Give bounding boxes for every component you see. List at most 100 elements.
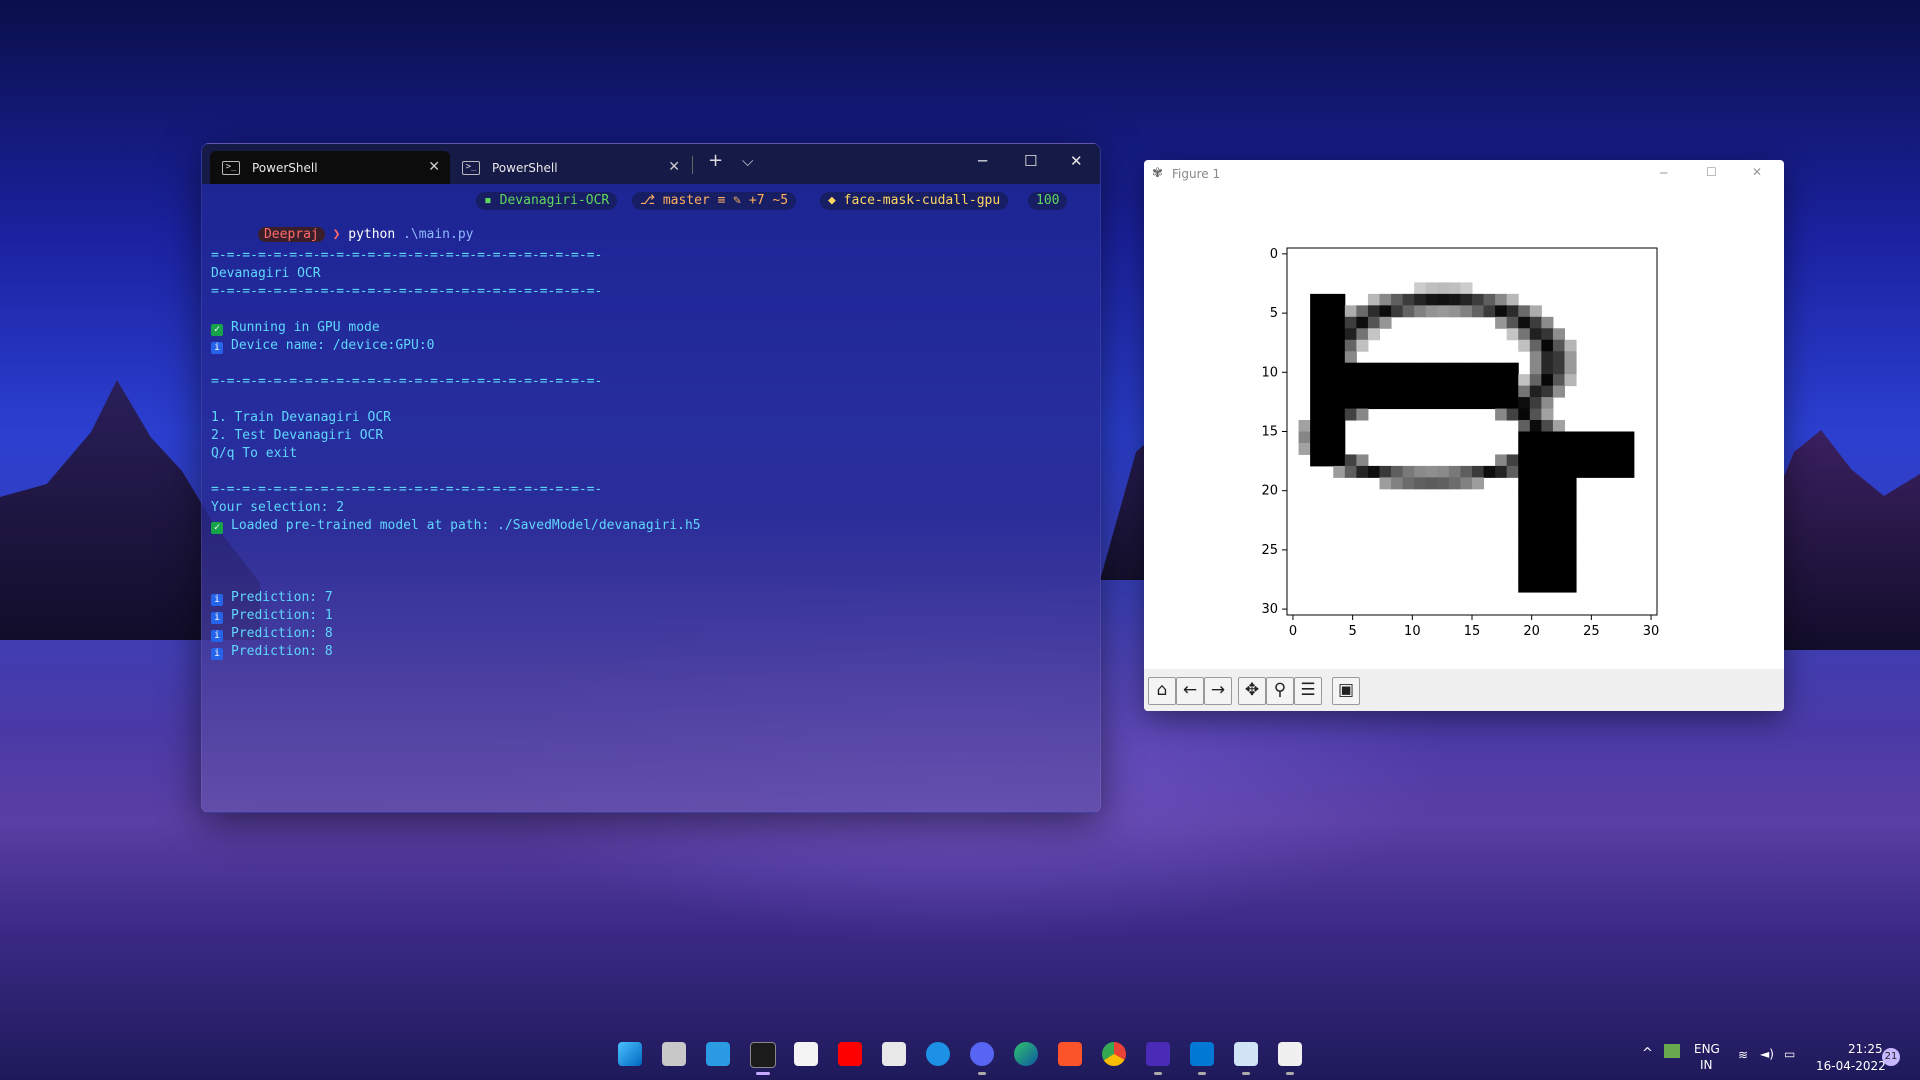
image-pixel (1321, 442, 1334, 455)
close-button[interactable]: ✕ (1070, 152, 1083, 170)
image-pixel (1321, 408, 1334, 421)
tab-close-icon[interactable]: ✕ (668, 159, 680, 175)
tray-overflow-icon[interactable]: ^ (1642, 1046, 1653, 1061)
prompt-command: python (348, 227, 396, 242)
image-pixel (1425, 282, 1438, 295)
tab-dropdown-button[interactable]: ⌵ (742, 152, 753, 170)
volume-icon[interactable]: ◄) (1760, 1047, 1774, 1061)
matplotlib-taskbar-icon[interactable] (1278, 1042, 1302, 1066)
photos-icon[interactable] (1234, 1042, 1258, 1066)
image-pixel (1576, 454, 1589, 467)
virtualbox-icon[interactable] (882, 1042, 906, 1066)
windows-terminal-icon[interactable] (750, 1042, 776, 1068)
docker-icon[interactable] (926, 1042, 950, 1066)
desktop-icon[interactable] (706, 1042, 730, 1066)
notion-icon[interactable] (794, 1042, 818, 1066)
image-pixel (1495, 305, 1508, 318)
close-button[interactable]: ✕ (1752, 165, 1762, 179)
maximize-button[interactable]: ☐ (1706, 165, 1717, 179)
y-tick-label: 30 (1261, 602, 1278, 617)
image-pixel (1541, 454, 1554, 467)
image-pixel (1460, 374, 1473, 387)
image-pixel (1344, 316, 1357, 329)
image-pixel (1564, 580, 1577, 593)
image-pixel (1367, 465, 1380, 478)
terminal-titlebar[interactable]: >_ PowerShell ✕ >_ PowerShell ✕ + ⌵ ─ ☐ … (202, 144, 1100, 184)
image-pixel (1552, 557, 1565, 570)
region-indicator[interactable]: IN (1700, 1058, 1713, 1072)
y-tick-label: 5 (1270, 306, 1278, 321)
new-tab-button[interactable]: + (708, 150, 723, 171)
image-pixel (1310, 293, 1323, 306)
image-pixel (1310, 385, 1323, 398)
maximize-button[interactable]: ☐ (1024, 152, 1037, 170)
youtube-icon[interactable] (838, 1042, 862, 1066)
brave-icon[interactable] (1058, 1042, 1082, 1066)
minimize-button[interactable]: ─ (978, 152, 987, 170)
image-pixel (1552, 511, 1565, 524)
forward-button[interactable]: → (1204, 677, 1232, 705)
powershell-icon: >_ (462, 160, 480, 175)
image-pixel (1518, 465, 1531, 478)
image-pixel (1552, 569, 1565, 582)
pan-button[interactable]: ✥ (1238, 677, 1266, 705)
image-pixel (1564, 488, 1577, 501)
image-pixel (1321, 385, 1334, 398)
language-indicator[interactable]: ENG (1694, 1042, 1720, 1056)
image-pixel (1610, 442, 1623, 455)
minimize-button[interactable]: ─ (1660, 166, 1667, 180)
zoom-button[interactable]: ⚲ (1266, 677, 1294, 705)
home-button[interactable]: ⌂ (1148, 677, 1176, 705)
image-pixel (1587, 442, 1600, 455)
running-indicator (1154, 1072, 1162, 1075)
figure-titlebar[interactable]: ✾ Figure 1 ─ ☐ ✕ (1144, 160, 1784, 188)
tab-close-icon[interactable]: ✕ (428, 159, 440, 175)
back-button[interactable]: ← (1176, 677, 1204, 705)
prediction-line: i Prediction: 8 (211, 644, 333, 660)
save-button[interactable]: ▣ (1332, 677, 1360, 705)
battery-icon[interactable]: ▭ (1784, 1047, 1795, 1061)
chrome-icon[interactable] (1102, 1042, 1126, 1066)
clock-date[interactable]: 16-04-2022 (1816, 1059, 1886, 1073)
start-windows-icon[interactable] (618, 1042, 642, 1066)
image-pixel (1379, 477, 1392, 490)
image-pixel (1622, 465, 1635, 478)
image-pixel (1506, 465, 1519, 478)
discord-icon[interactable] (970, 1042, 994, 1066)
amazon-music-icon[interactable] (1146, 1042, 1170, 1066)
configure-button[interactable]: ☰ (1294, 677, 1322, 705)
clock-time[interactable]: 21:25 (1848, 1042, 1883, 1056)
tab-powershell-2[interactable]: >_ PowerShell ✕ (450, 151, 690, 184)
tray-app-icon[interactable] (1664, 1044, 1680, 1058)
image-pixel (1552, 374, 1565, 387)
image-pixel (1552, 362, 1565, 375)
image-pixel (1425, 385, 1438, 398)
image-pixel (1298, 420, 1311, 432)
image-pixel (1472, 477, 1485, 490)
image-pixel (1321, 339, 1334, 352)
image-pixel (1344, 362, 1357, 375)
image-pixel (1414, 374, 1427, 387)
matplotlib-icon: ✾ (1152, 166, 1163, 181)
tab-powershell-1[interactable]: >_ PowerShell ✕ (210, 151, 450, 184)
image-pixel (1495, 397, 1508, 410)
folder-icon: ▪ (484, 193, 492, 208)
task-view-icon[interactable] (662, 1042, 686, 1066)
terminal-output[interactable]: ▪ Devanagiri-OCR ⎇ master ≡ ✎ +7 ~5 ◆ fa… (202, 184, 1100, 812)
image-pixel (1333, 339, 1346, 352)
wifi-icon[interactable]: ≋ (1738, 1048, 1748, 1062)
image-pixel (1622, 454, 1635, 467)
vscode-icon[interactable] (1190, 1042, 1214, 1066)
image-pixel (1529, 316, 1542, 329)
image-pixel (1541, 500, 1554, 513)
image-pixel (1541, 431, 1554, 444)
plot-canvas[interactable]: 0 5 10 15 20 25 30 0 5 10 15 20 25 30 (1144, 188, 1784, 669)
image-pixel (1529, 488, 1542, 501)
image-pixel (1356, 328, 1369, 341)
image-pixel (1518, 374, 1531, 387)
image-pixel (1414, 305, 1427, 318)
image-pixel (1402, 362, 1415, 375)
image-pixel (1564, 442, 1577, 455)
notification-badge[interactable]: 21 (1882, 1048, 1900, 1066)
edge-icon[interactable] (1014, 1042, 1038, 1066)
